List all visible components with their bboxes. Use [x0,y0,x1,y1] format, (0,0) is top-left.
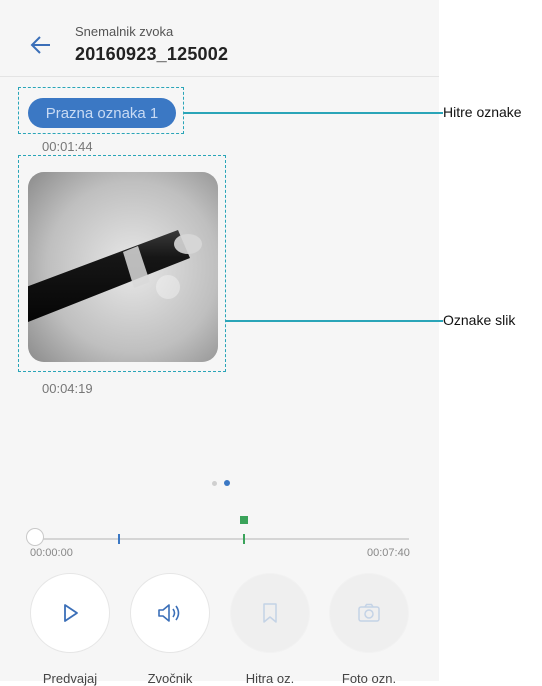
quick-tag-callout: Hitre oznake [443,104,522,120]
quick-tag-callout-line [184,112,443,114]
photo-tag-label: Foto ozn. [341,671,397,686]
image-tag-time: 00:04:19 [42,381,93,396]
image-tag-marker[interactable] [243,534,245,544]
quick-tag-time: 00:01:44 [42,139,93,154]
speaker-button[interactable] [130,573,210,653]
recording-title: 20160923_125002 [75,44,229,64]
play-icon [64,604,78,622]
quick-tag-label: Hitra oz. [245,671,295,686]
progress-knob[interactable] [26,528,44,546]
play-button[interactable] [30,573,110,653]
image-tag-callout-line [226,320,443,322]
play-label: Predvajaj [42,671,98,686]
image-tag-callout: Oznake slik [443,312,516,328]
speaker-label: Zvočnik [147,671,193,686]
photo-tag-button[interactable] [329,573,409,653]
back-arrow-icon[interactable] [26,30,56,60]
quick-tag-marker[interactable] [118,534,120,544]
progress-track[interactable] [36,538,409,540]
camera-icon [358,603,380,622]
recorder-screen: Snemalnik zvoka 20160923_125002 Prazna o… [0,0,439,686]
start-time: 00:00:00 [30,547,73,559]
end-time: 00:07:40 [367,547,410,559]
page-dot-2 [224,480,230,486]
bookmark-icon [263,603,277,623]
speaker-icon [158,604,180,622]
header-divider [0,76,439,77]
quick-tag-chip[interactable]: Prazna oznaka 1 [28,98,176,128]
page-dot-1 [212,481,217,486]
image-tag-photo[interactable] [28,172,218,362]
app-name: Snemalnik zvoka [75,24,174,39]
image-tag-flag-icon[interactable] [240,516,248,524]
quick-tag-button[interactable] [230,573,310,653]
